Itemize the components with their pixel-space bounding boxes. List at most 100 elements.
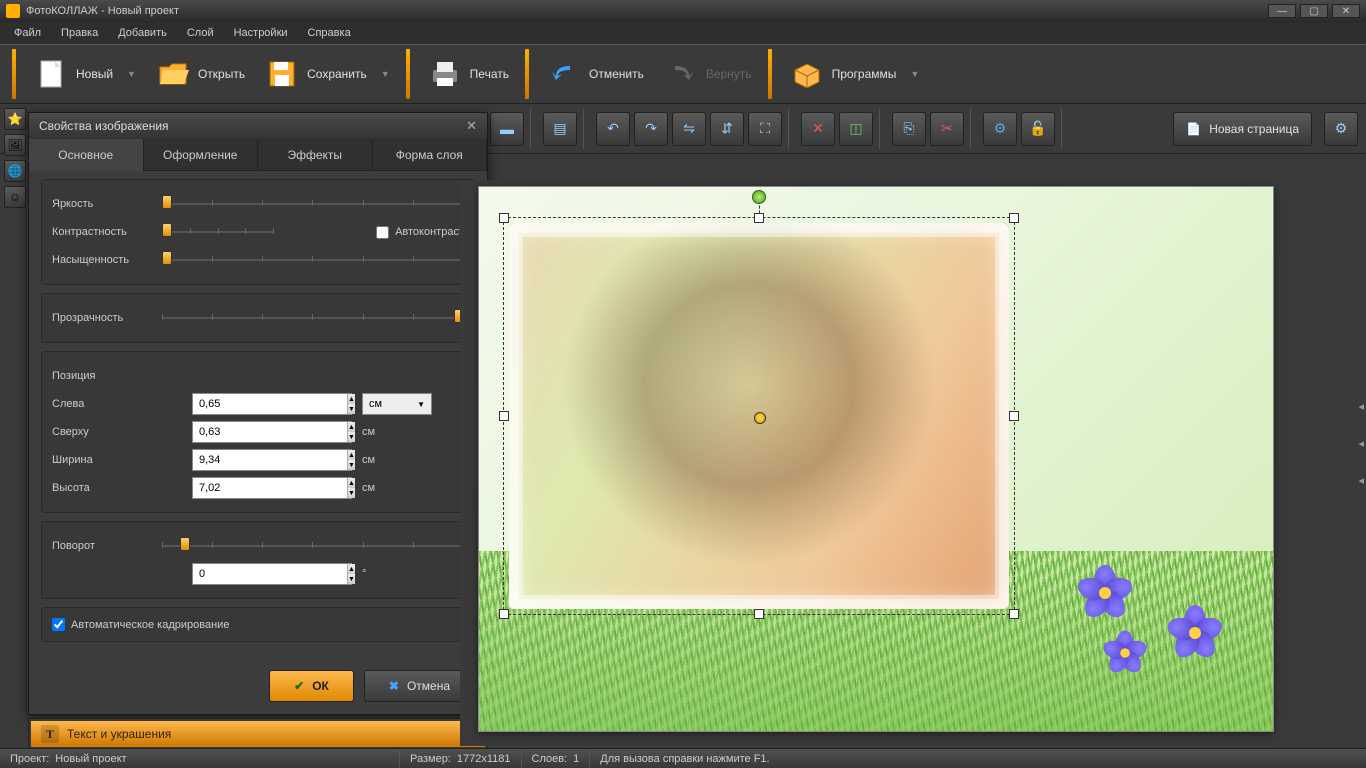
help-hint: Для вызова справки нажмите F1. (600, 753, 769, 765)
spin-down-icon[interactable]: ▼ (348, 574, 355, 584)
resize-handle[interactable] (1009, 213, 1019, 223)
dialog-title: Свойства изображения (39, 119, 169, 133)
height-label: Высота (52, 482, 152, 494)
cut-icon[interactable]: ✂ (930, 112, 964, 146)
flip-horizontal-icon[interactable]: ⇋ (672, 112, 706, 146)
resize-handle[interactable] (499, 411, 509, 421)
resize-handle[interactable] (499, 213, 509, 223)
menu-layer[interactable]: Слой (179, 25, 222, 41)
page-last-icon[interactable]: ◂ (1358, 474, 1364, 487)
align-icon[interactable]: ▤ (543, 112, 577, 146)
selection-box[interactable] (503, 217, 1015, 615)
close-button[interactable]: ✕ (1332, 4, 1360, 18)
crop-icon[interactable]: ◫ (839, 112, 873, 146)
size-label: Размер: (410, 753, 451, 765)
gear-icon[interactable]: ⚙ (983, 112, 1017, 146)
rotate-right-icon[interactable]: ↷ (634, 112, 668, 146)
app-icon (6, 4, 20, 18)
text-decorations-accordion[interactable]: T Текст и украшения (31, 721, 485, 747)
maximize-button[interactable]: ▢ (1300, 4, 1328, 18)
tab-main[interactable]: Основное (29, 139, 144, 171)
menu-add[interactable]: Добавить (110, 25, 175, 41)
resize-handle[interactable] (754, 609, 764, 619)
opacity-slider[interactable] (162, 311, 464, 325)
spin-down-icon[interactable]: ▼ (348, 488, 355, 498)
redo-arrow-icon (664, 57, 698, 91)
resize-handle[interactable] (499, 609, 509, 619)
spin-up-icon[interactable]: ▲ (348, 450, 355, 460)
title-bar: ФотоКОЛЛАЖ - Новый проект — ▢ ✕ (0, 0, 1366, 22)
rotate-left-icon[interactable]: ↶ (596, 112, 630, 146)
saturation-slider[interactable] (162, 253, 464, 267)
top-input[interactable]: ▲▼ (192, 421, 352, 443)
project-value: Новый проект (55, 753, 126, 765)
ok-button[interactable]: ✔ ОК (269, 670, 354, 702)
canvas-area (460, 180, 1360, 746)
new-button[interactable]: Новый ▼ (24, 53, 146, 95)
spin-up-icon[interactable]: ▲ (348, 478, 355, 488)
dialog-titlebar[interactable]: Свойства изображения ✕ (29, 113, 487, 139)
rotation-handle[interactable] (752, 190, 766, 204)
lock-icon[interactable]: 🔓 (1021, 112, 1055, 146)
menu-file[interactable]: Файл (6, 25, 49, 41)
new-page-button[interactable]: 📄 Новая страница (1173, 112, 1312, 146)
page-next-icon[interactable]: ◂ (1358, 437, 1364, 450)
autocrop-checkbox[interactable]: Автоматическое кадрирование (52, 618, 464, 631)
programs-button[interactable]: Программы ▼ (780, 53, 930, 95)
globe-icon[interactable]: 🌐 (4, 160, 26, 182)
menu-edit[interactable]: Правка (53, 25, 106, 41)
spin-down-icon[interactable]: ▼ (348, 460, 355, 470)
smiley-icon[interactable]: ☺ (4, 186, 26, 208)
menu-settings[interactable]: Настройки (226, 25, 296, 41)
spin-down-icon[interactable]: ▼ (348, 404, 355, 414)
delete-icon[interactable]: ✕ (801, 112, 835, 146)
spin-down-icon[interactable]: ▼ (348, 432, 355, 442)
menu-bar: Файл Правка Добавить Слой Настройки Спра… (0, 22, 1366, 44)
undo-button[interactable]: Отменить (537, 53, 654, 95)
flip-vertical-icon[interactable]: ⇵ (710, 112, 744, 146)
new-dropdown-icon[interactable]: ▼ (127, 69, 136, 79)
width-input[interactable]: ▲▼ (192, 449, 352, 471)
printer-icon (428, 57, 462, 91)
size-value: 1772x1181 (457, 753, 511, 765)
open-button[interactable]: Открыть (146, 53, 255, 95)
print-button[interactable]: Печать (418, 53, 519, 95)
programs-dropdown-icon[interactable]: ▼ (910, 69, 919, 79)
save-button[interactable]: Сохранить ▼ (255, 53, 400, 95)
dialog-close-icon[interactable]: ✕ (466, 118, 477, 134)
brightness-slider[interactable] (162, 197, 464, 211)
cross-icon: ✖ (389, 679, 399, 693)
tab-shape[interactable]: Форма слоя (373, 139, 488, 171)
fit-icon[interactable]: ⛶ (748, 112, 782, 146)
autocontrast-checkbox[interactable]: Автоконтраст (376, 226, 464, 239)
rotation-input[interactable]: ▲▼ (192, 563, 352, 585)
minimize-button[interactable]: — (1268, 4, 1296, 18)
height-input[interactable]: ▲▼ (192, 477, 352, 499)
spin-up-icon[interactable]: ▲ (348, 422, 355, 432)
contrast-slider[interactable] (162, 225, 274, 239)
tab-design[interactable]: Оформление (144, 139, 259, 171)
resize-handle[interactable] (754, 213, 764, 223)
rotation-slider[interactable] (162, 539, 464, 553)
spin-up-icon[interactable]: ▲ (348, 394, 355, 404)
cancel-button[interactable]: ✖ Отмена (364, 670, 475, 702)
picture-icon[interactable]: 🖼 (4, 134, 26, 156)
spin-up-icon[interactable]: ▲ (348, 564, 355, 574)
left-input[interactable]: ▲▼ (192, 393, 352, 415)
save-dropdown-icon[interactable]: ▼ (381, 69, 390, 79)
menu-help[interactable]: Справка (300, 25, 359, 41)
height-unit: см (362, 482, 402, 494)
page-settings-icon[interactable]: ⚙ (1324, 112, 1358, 146)
resize-handle[interactable] (1009, 411, 1019, 421)
page-prev-icon[interactable]: ◂ (1358, 400, 1364, 413)
layer-back-icon[interactable]: ▬ (490, 112, 524, 146)
copy-icon[interactable]: ⎘ (892, 112, 926, 146)
redo-button[interactable]: Вернуть (654, 53, 762, 95)
tab-effects[interactable]: Эффекты (258, 139, 373, 171)
star-icon[interactable]: ⭐ (4, 108, 26, 130)
width-unit: см (362, 454, 402, 466)
resize-handle[interactable] (1009, 609, 1019, 619)
collage-canvas[interactable] (478, 186, 1274, 732)
unit-select[interactable]: см▼ (362, 393, 432, 415)
undo-label: Отменить (589, 67, 644, 81)
